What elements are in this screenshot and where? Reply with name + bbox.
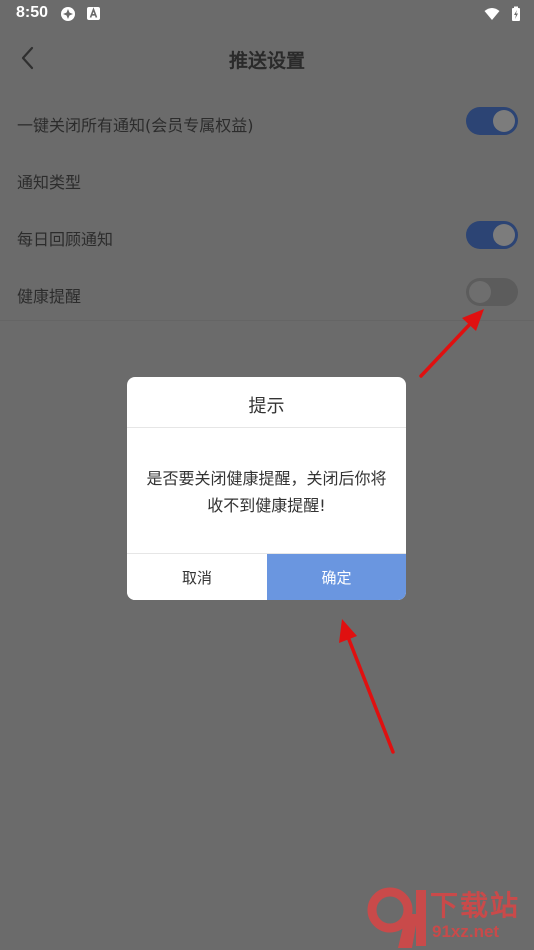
list-divider — [0, 320, 534, 321]
setting-row-daily-review: 每日回顾通知 — [0, 208, 534, 265]
font-notification-icon — [87, 7, 100, 20]
daily-review-label: 每日回顾通知 — [17, 230, 114, 249]
watermark-domain: 91xz.net — [432, 922, 500, 941]
status-time: 8:50 — [16, 4, 49, 21]
close-all-notifications-toggle[interactable] — [466, 107, 518, 135]
app-notification-icon — [61, 7, 75, 21]
toggle-knob — [493, 110, 515, 132]
confirm-button[interactable]: 确定 — [267, 554, 406, 600]
notification-type-label: 通知类型 — [17, 173, 82, 192]
setting-row-close-all: 一键关闭所有通知(会员专属权益) — [0, 94, 534, 151]
dialog-message-line: 是否要关闭健康提醒，关闭后你将 — [146, 469, 387, 488]
battery-charging-icon — [512, 6, 520, 21]
page-title: 推送设置 — [228, 50, 305, 72]
close-all-notifications-label: 一键关闭所有通知(会员专属权益) — [17, 116, 254, 135]
daily-review-toggle[interactable] — [466, 221, 518, 249]
toggle-knob — [469, 281, 491, 303]
wifi-icon — [484, 8, 500, 20]
dialog-message: 是否要关闭健康提醒，关闭后你将 收不到健康提醒! — [137, 465, 396, 519]
health-reminder-toggle[interactable] — [466, 278, 518, 306]
toggle-knob — [493, 224, 515, 246]
setting-row-health-reminder: 健康提醒 — [0, 265, 534, 322]
status-bar: 8:50 — [0, 0, 534, 30]
dialog-title: 提示 — [248, 396, 285, 417]
arrow-to-confirm — [339, 619, 395, 754]
watermark-logo-icon — [367, 887, 426, 948]
cancel-button[interactable]: 取消 — [127, 554, 267, 600]
dialog-divider — [127, 427, 406, 428]
health-reminder-label: 健康提醒 — [17, 287, 82, 306]
dialog-message-line: 收不到健康提醒! — [207, 496, 326, 515]
watermark-title: 下载站 — [430, 889, 521, 922]
watermark: 下载站 91xz.net — [360, 880, 534, 950]
setting-row-notification-type[interactable]: 通知类型 — [0, 151, 534, 208]
header: 推送设置 — [0, 30, 534, 86]
confirm-dialog: 提示 是否要关闭健康提醒，关闭后你将 收不到健康提醒! 取消 确定 — [127, 377, 406, 600]
